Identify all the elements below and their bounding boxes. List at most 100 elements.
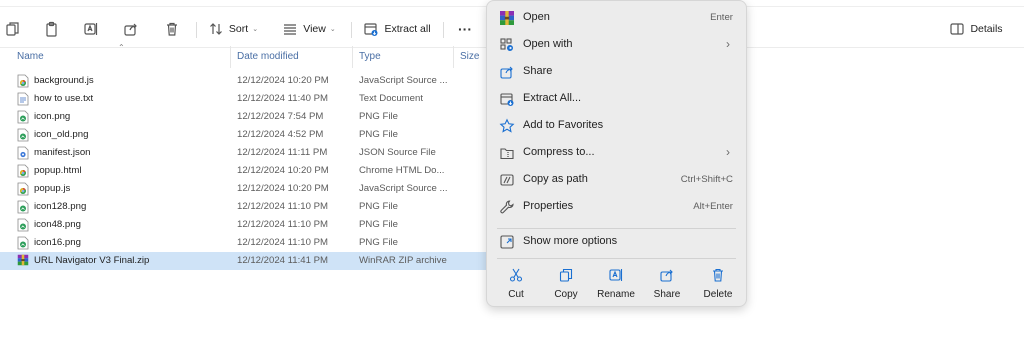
share-icon [499, 64, 515, 80]
file-name: icon48.png [34, 219, 81, 230]
file-row[interactable]: icon128.png 12/12/2024 11:10 PM PNG File [0, 198, 490, 216]
keyboard-shortcut: Alt+Enter [693, 201, 733, 212]
sort-icon [209, 23, 222, 35]
menu-item-properties[interactable]: Properties Alt+Enter [487, 193, 746, 220]
column-divider[interactable] [453, 46, 454, 68]
sort-button[interactable]: Sort ⌄ [204, 15, 262, 43]
copy-path-icon [499, 172, 515, 188]
toolbar-divider [443, 22, 444, 38]
image-file-icon [17, 110, 29, 124]
share-button[interactable] [121, 15, 141, 43]
extract-all-button[interactable]: Extract all [361, 15, 433, 43]
menu-item-label: Open with [523, 38, 573, 50]
more-options-icon [499, 234, 515, 250]
file-row[interactable]: background.js 12/12/2024 10:20 PM JavaScri… [0, 72, 490, 90]
menu-item-open-with[interactable]: Open with › [487, 31, 746, 58]
menu-item-copy-as-path[interactable]: Copy as path Ctrl+Shift+C [487, 166, 746, 193]
file-explorer-window: Sort ⌄ View ⌄ Extract all ··· Details ⌃ … [0, 0, 1024, 359]
view-icon [284, 24, 297, 35]
keyboard-shortcut: Ctrl+Shift+C [680, 174, 733, 185]
file-name: popup.js [34, 183, 71, 194]
file-date-modified: 12/12/2024 10:20 PM [237, 165, 329, 176]
menu-item-share[interactable]: Share [487, 58, 746, 85]
delete-icon [167, 22, 177, 36]
winrar-icon [17, 254, 29, 268]
cut-action-button[interactable]: Cut [491, 265, 541, 305]
compress-icon [499, 145, 515, 161]
quick-action-label: Delete [703, 289, 733, 300]
column-header-name[interactable]: Name [17, 51, 44, 62]
column-header-date[interactable]: Date modified [237, 51, 299, 62]
menu-item-show-more-options[interactable]: Show more options [487, 228, 746, 255]
details-pane-icon [950, 23, 965, 35]
quick-action-label: Cut [508, 289, 524, 300]
menu-item-extract-all[interactable]: Extract All... [487, 85, 746, 112]
menu-divider [497, 228, 736, 229]
file-row[interactable]: how to use.txt 12/12/2024 11:40 PM Text Do… [0, 90, 490, 108]
file-date-modified: 12/12/2024 11:11 PM [237, 147, 328, 158]
file-type: JavaScript Source ... [359, 183, 448, 194]
menu-item-label: Extract All... [523, 92, 582, 104]
file-type: Text Document [359, 93, 423, 104]
file-row[interactable]: icon48.png 12/12/2024 11:10 PM PNG File [0, 216, 490, 234]
file-type: PNG File [359, 129, 398, 140]
file-date-modified: 12/12/2024 7:54 PM [237, 111, 324, 122]
new-copy-icon[interactable] [4, 15, 22, 43]
details-button[interactable]: Details [946, 15, 1006, 43]
quick-action-label: Rename [597, 289, 635, 300]
file-name: icon.png [34, 111, 71, 122]
winrar-icon [499, 10, 515, 26]
menu-divider [497, 258, 736, 259]
chevron-down-icon: ⌄ [329, 26, 336, 33]
keyboard-shortcut: Enter [710, 12, 733, 23]
share-icon [124, 23, 137, 36]
file-row[interactable]: popup.js 12/12/2024 10:20 PM JavaScript So… [0, 180, 490, 198]
file-row[interactable]: icon.png 12/12/2024 7:54 PM PNG File [0, 108, 490, 126]
menu-item-label: Share [523, 65, 553, 77]
file-row[interactable]: icon_old.png 12/12/2024 4:52 PM PNG File [0, 126, 490, 144]
share-action-button[interactable]: Share [642, 265, 692, 305]
menu-item-label: Copy as path [523, 173, 588, 185]
menu-item-label: Compress to... [523, 146, 595, 158]
details-label: Details [970, 23, 1003, 35]
delete-button[interactable] [162, 15, 182, 43]
menu-item-add-to-favorites[interactable]: Add to Favorites [487, 112, 746, 139]
view-button[interactable]: View ⌄ [279, 15, 339, 43]
menu-item-open[interactable]: Open Enter [487, 4, 746, 31]
more-options-button[interactable]: ··· [453, 15, 477, 43]
chevron-down-icon: ⌄ [252, 26, 259, 33]
column-header-type[interactable]: Type [359, 51, 381, 62]
delete-action-button[interactable]: Delete [693, 265, 743, 305]
chevron-right-icon: › [726, 37, 730, 51]
file-name: icon_old.png [34, 129, 89, 140]
file-row[interactable]: manifest.json 12/12/2024 11:11 PM JSON Sou… [0, 144, 490, 162]
json-file-icon [17, 146, 29, 160]
trash-icon [710, 267, 726, 283]
file-row[interactable]: URL Navigator V3 Final.zip 12/12/2024 11:… [0, 252, 490, 270]
menu-item-label: Add to Favorites [523, 119, 604, 131]
column-divider[interactable] [352, 46, 353, 68]
file-row[interactable]: popup.html 12/12/2024 10:20 PM Chrome HTML… [0, 162, 490, 180]
extract-all-label: Extract all [384, 23, 431, 35]
rename-action-button[interactable]: Rename [591, 265, 641, 305]
column-divider[interactable] [230, 46, 231, 68]
menu-item-compress-to[interactable]: Compress to... › [487, 139, 746, 166]
file-name: background.js [34, 75, 94, 86]
paste-button[interactable] [42, 15, 62, 43]
rename-icon [84, 23, 98, 35]
share-icon [659, 267, 675, 283]
file-date-modified: 12/12/2024 11:40 PM [237, 93, 329, 104]
file-row[interactable]: icon16.png 12/12/2024 11:10 PM PNG File [0, 234, 490, 252]
sort-label: Sort [228, 23, 249, 35]
open-with-icon [499, 37, 515, 53]
file-type: JavaScript Source ... [359, 75, 448, 86]
file-name: how to use.txt [34, 93, 94, 104]
rename-button[interactable] [81, 15, 101, 43]
context-menu: Open Enter Open with › Share Extract All... Ad… [486, 0, 747, 307]
copy-action-button[interactable]: Copy [541, 265, 591, 305]
menu-item-label: Properties [523, 200, 574, 212]
file-date-modified: 12/12/2024 10:20 PM [237, 183, 329, 194]
column-header-size[interactable]: Size [460, 51, 479, 62]
file-type: JSON Source File [359, 147, 436, 158]
file-name: icon16.png [34, 237, 81, 248]
